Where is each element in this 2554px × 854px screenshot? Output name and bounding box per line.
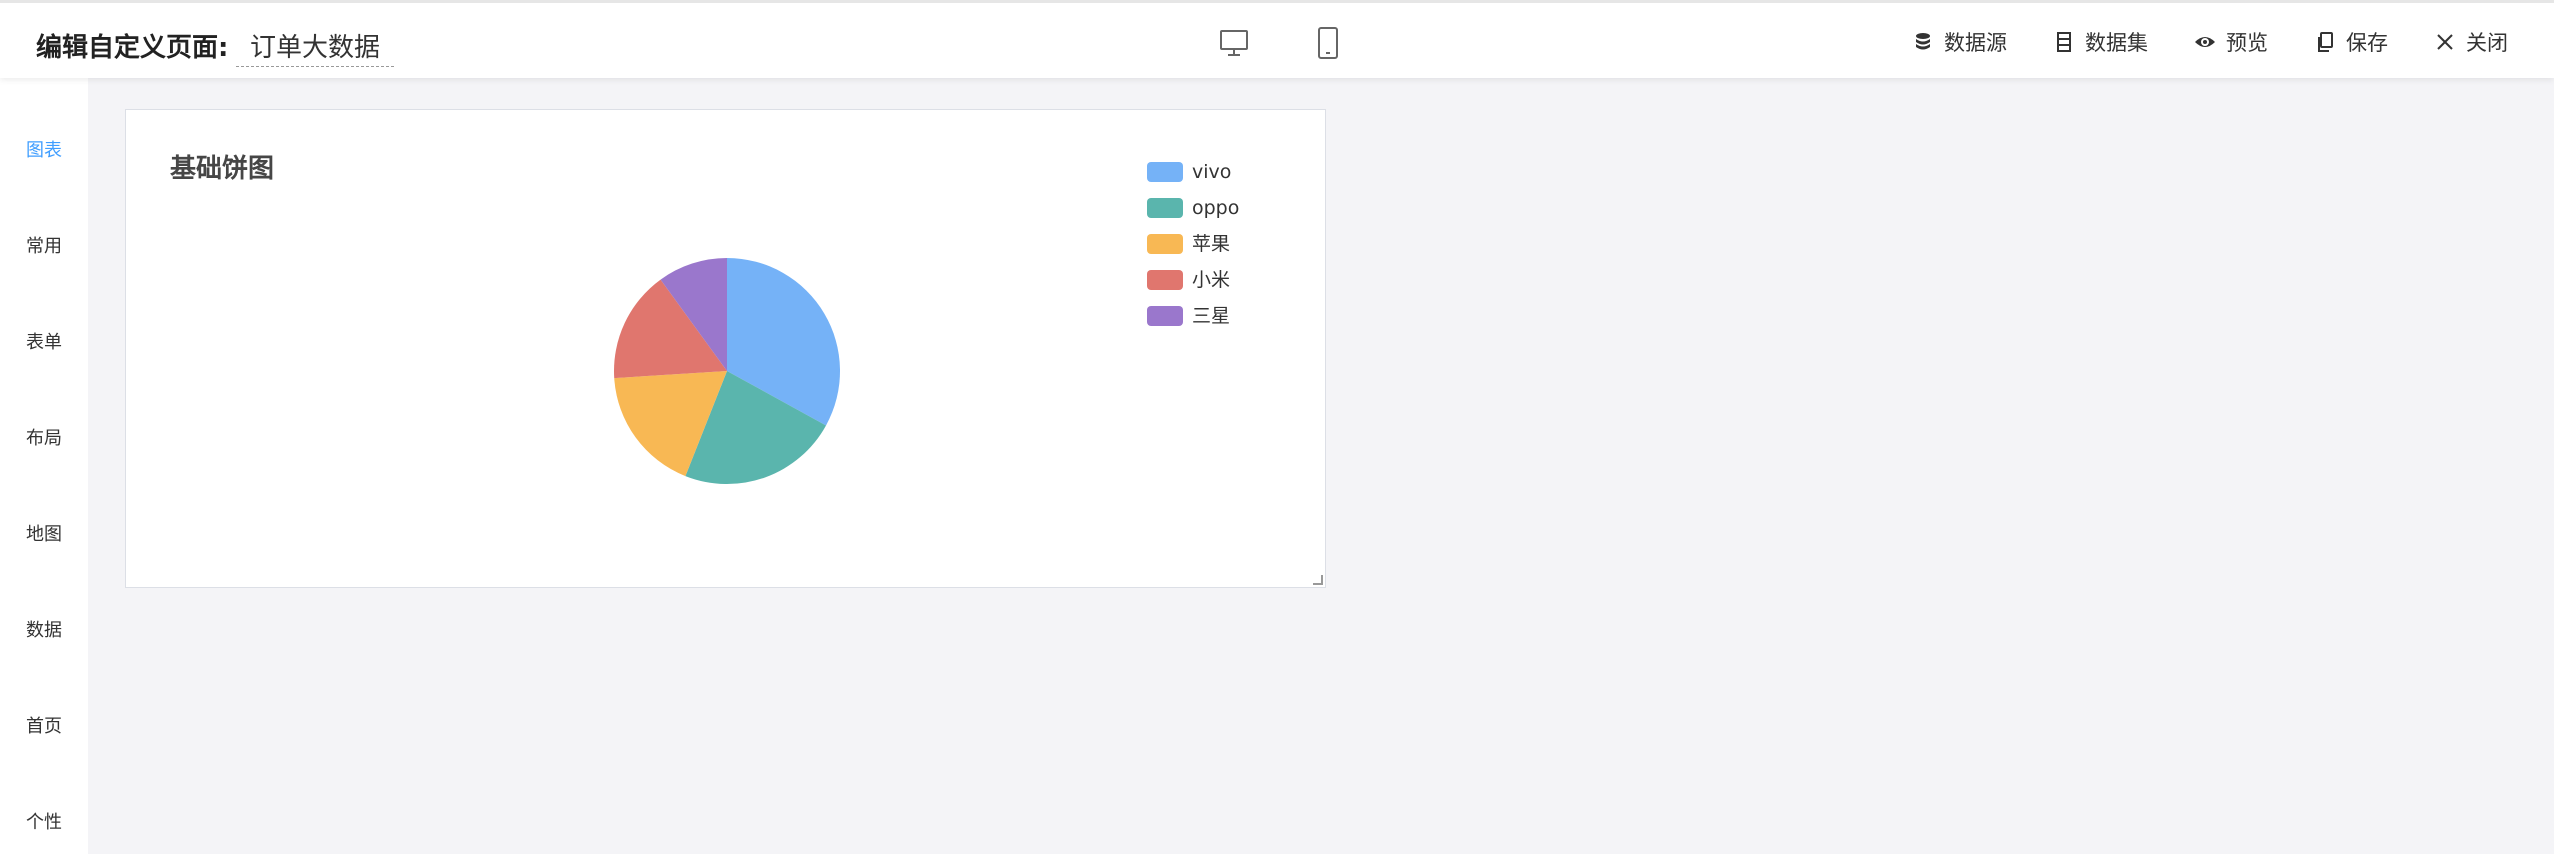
legend-swatch-2[interactable] <box>1147 234 1183 254</box>
page-title: 编辑自定义页面: <box>36 33 229 63</box>
close-button[interactable]: 关闭 <box>2434 27 2508 57</box>
copy-icon <box>2318 32 2333 52</box>
mobile-icon <box>1318 27 1338 59</box>
dataset-icon <box>2057 32 2071 52</box>
legend-label-3[interactable]: 小米 <box>1192 269 1230 291</box>
legend-swatch-0[interactable] <box>1147 162 1183 182</box>
sidebar-item-custom[interactable]: 个性 <box>0 750 88 833</box>
legend-label-4[interactable]: 三星 <box>1192 305 1230 327</box>
close-label: 关闭 <box>2466 31 2508 55</box>
sidebar-item-map[interactable]: 地图 <box>0 462 88 545</box>
sidebar-item-charts[interactable]: 图表 <box>0 78 88 161</box>
resize-handle[interactable] <box>1313 575 1323 585</box>
mobile-view-button[interactable] <box>1310 25 1346 61</box>
sidebar-label-common: 常用 <box>26 236 62 257</box>
page-name-input[interactable]: 订单大数据 <box>236 27 395 67</box>
dataset-label: 数据集 <box>2085 31 2148 55</box>
legend-swatch-1[interactable] <box>1147 198 1183 218</box>
monitor-icon <box>1220 30 1248 56</box>
toolbar: 数据源 数据集 预览 保存 关闭 <box>1912 27 2508 57</box>
legend-label-1[interactable]: oppo <box>1192 197 1239 219</box>
sidebar-label-data: 数据 <box>26 620 62 641</box>
legend-label-0[interactable]: vivo <box>1192 161 1231 183</box>
legend-label-2[interactable]: 苹果 <box>1192 233 1230 255</box>
legend-swatch-4[interactable] <box>1147 306 1183 326</box>
sidebar-label-form: 表单 <box>26 332 62 353</box>
sidebar-item-common[interactable]: 常用 <box>0 174 88 257</box>
datasource-label: 数据源 <box>1944 31 2007 55</box>
preview-button[interactable]: 预览 <box>2194 27 2268 57</box>
save-button[interactable]: 保存 <box>2314 27 2388 57</box>
preview-label: 预览 <box>2226 31 2268 55</box>
sidebar-label-custom: 个性 <box>26 812 62 833</box>
dataset-button[interactable]: 数据集 <box>2053 27 2148 57</box>
sidebar-label-map: 地图 <box>26 524 62 545</box>
pie-chart-widget[interactable]: 基础饼图 vivo oppo 苹果 小米 三星 <box>125 109 1326 588</box>
sidebar-item-home[interactable]: 首页 <box>0 654 88 737</box>
top-header: 编辑自定义页面: 订单大数据 数据源 数据集 预览 保存 关闭 <box>0 0 2554 78</box>
sidebar-label-layout: 布局 <box>26 428 62 449</box>
pie-chart: vivo oppo 苹果小米三星 <box>614 161 1239 484</box>
eye-icon <box>2195 37 2215 47</box>
desktop-view-button[interactable] <box>1216 25 1252 61</box>
database-icon <box>1916 33 1930 50</box>
sidebar-label-charts: 图表 <box>26 140 62 161</box>
sidebar-label-home: 首页 <box>26 716 62 737</box>
sidebar-item-layout[interactable]: 布局 <box>0 366 88 449</box>
sidebar: 图表 常用 表单 布局 地图 数据 首页 个性 <box>0 78 88 854</box>
datasource-button[interactable]: 数据源 <box>1912 27 2007 57</box>
close-icon <box>2437 34 2453 50</box>
save-label: 保存 <box>2346 31 2388 55</box>
legend-swatch-3[interactable] <box>1147 270 1183 290</box>
sidebar-item-data[interactable]: 数据 <box>0 558 88 641</box>
sidebar-item-form[interactable]: 表单 <box>0 270 88 353</box>
